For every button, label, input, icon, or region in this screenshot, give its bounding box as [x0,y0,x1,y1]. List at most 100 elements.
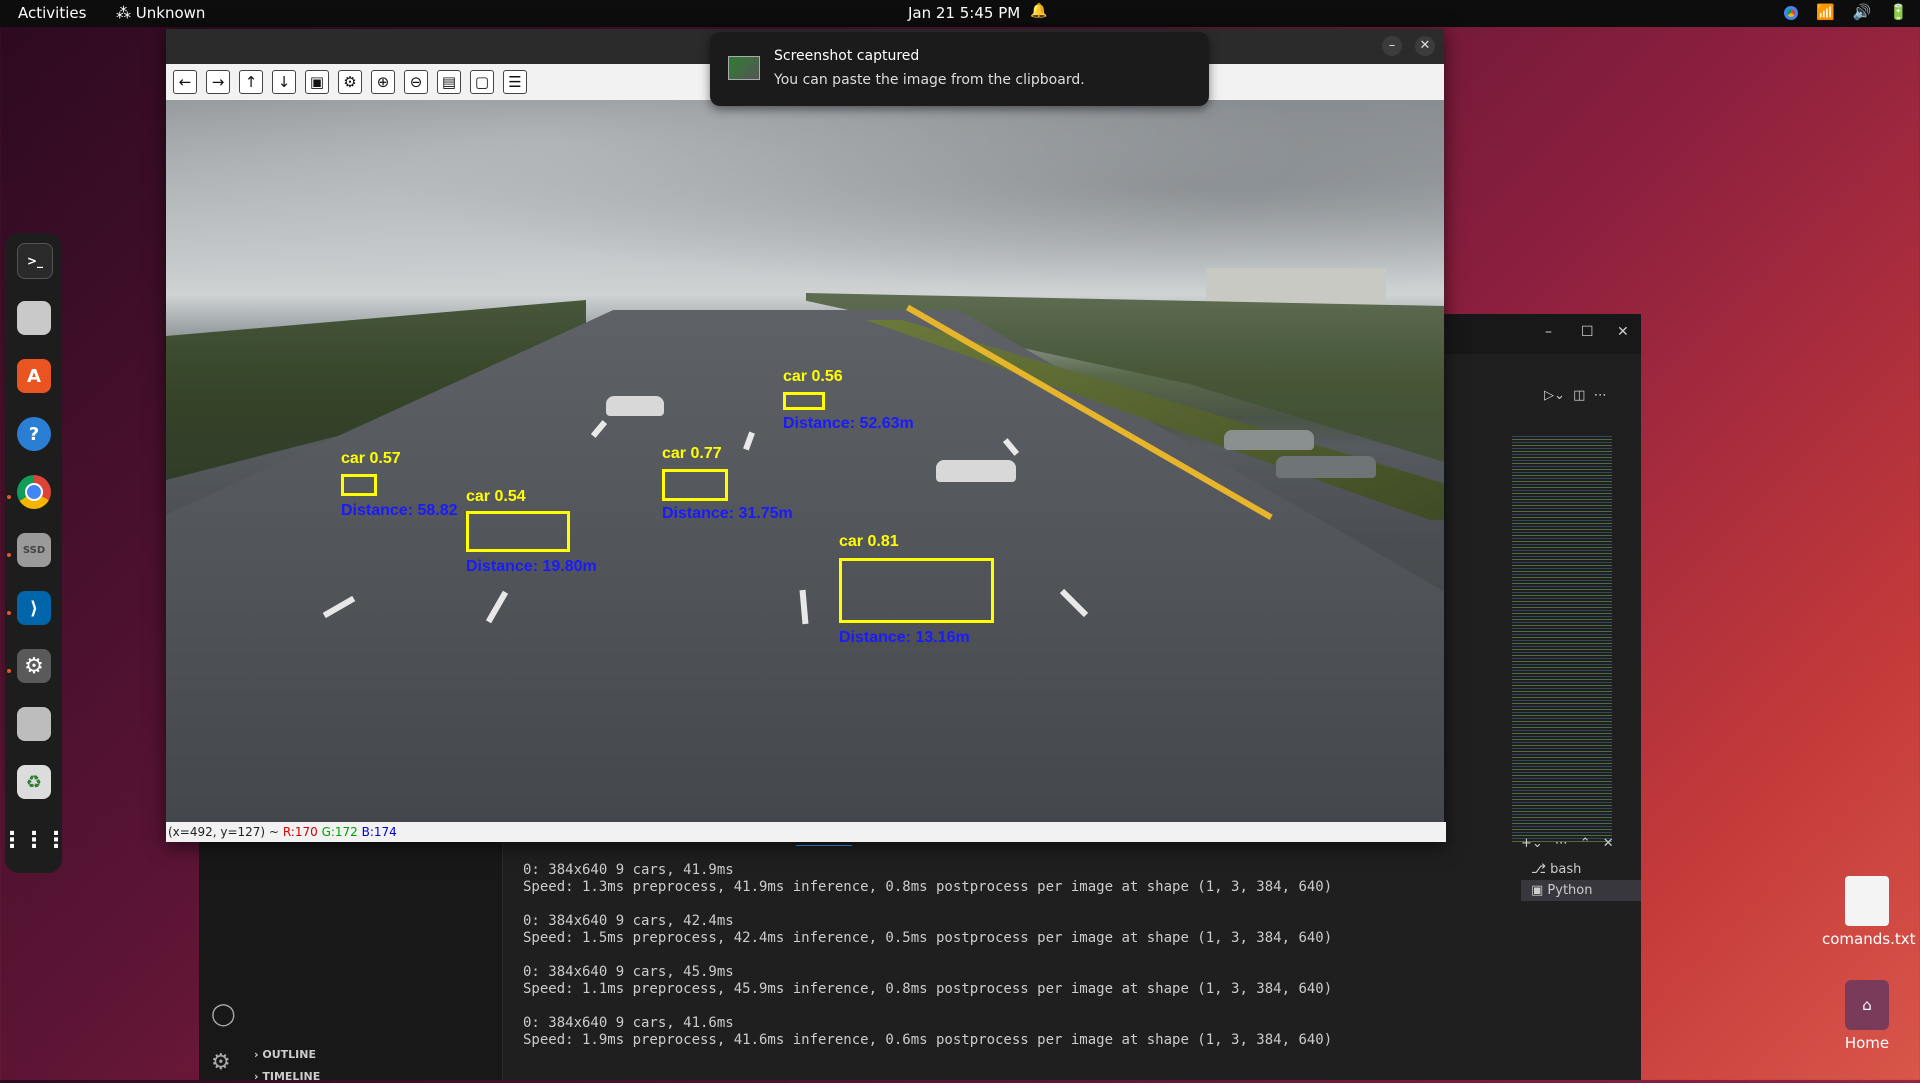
desktop-icon-comands-txt[interactable]: comands.txt [1822,876,1916,948]
help-icon[interactable]: ? [17,417,51,451]
battery-icon: 🔋 [1889,3,1908,21]
image-settings-icon[interactable]: ⚙ [338,70,362,94]
clipboard-icon[interactable]: ▢ [470,70,494,94]
app-name: Unknown [135,4,206,22]
dock: >_ A ? SSD ⟩ ⚙ ♻ ⋮⋮⋮ [1,233,67,873]
trash-icon[interactable]: ♻ [17,765,51,799]
terminal-output[interactable]: 0: 384x640 9 cars, 41.9ms Speed: 1.3ms pr… [523,862,1332,1049]
close-icon[interactable]: ✕ [1617,324,1629,340]
home-folder-icon: ⌂ [1845,980,1889,1030]
outline-section[interactable]: › OUTLINE [254,1048,316,1061]
files-icon[interactable] [17,301,51,335]
car [1276,456,1376,478]
detection-box [466,511,570,552]
detection-label: car 0.54 [466,488,526,505]
terminal-line: 0: 384x640 9 cars, 41.9ms [523,862,734,878]
vscode-icon[interactable]: ⟩ [17,591,51,625]
more-icon[interactable]: ⋯ [1594,388,1607,403]
distance-label: Distance: 13.16m [839,629,970,646]
distance-label: Distance: 52.63m [783,415,914,432]
app-icon: ⁂ [116,4,136,22]
desktop-icon-label: Home [1844,1034,1890,1052]
viewer-status-bar: (x=492, y=127) ~ R:170 G:172 B:174 [166,822,1446,842]
detection-image[interactable]: car 0.57 Distance: 58.82 car 0.54 Distan… [166,100,1444,822]
manage-gear-icon[interactable]: ⚙ [211,1050,231,1075]
terminal-line: Speed: 1.5ms preprocess, 42.4ms inferenc… [523,930,1333,946]
terminal-line: Speed: 1.3ms preprocess, 41.9ms inferenc… [523,879,1333,895]
activities-button[interactable]: Activities [18,4,86,22]
car [1224,430,1314,450]
new-terminal-icon[interactable]: +⌄ [1521,836,1543,851]
image-icon[interactable]: ▣ [305,70,329,94]
app-center-icon[interactable]: A [17,359,51,393]
wifi-icon: 📶 [1815,3,1835,21]
terminal-line: Speed: 1.1ms preprocess, 45.9ms inferenc… [523,981,1333,997]
detection-label: car 0.81 [839,533,899,550]
notification-bell-icon: 🔔 [1030,3,1048,19]
running-indicator [7,495,11,499]
explorer-panel: › OUTLINE › TIMELINE [248,822,503,1083]
close-icon[interactable]: ✕ [1415,36,1435,56]
terminal-item-bash[interactable]: ⎇ bash [1521,859,1641,880]
properties-icon[interactable]: ☰ [503,70,527,94]
settings-icon[interactable]: ⚙ [17,649,51,683]
timeline-section[interactable]: › TIMELINE [254,1070,320,1083]
more-icon[interactable]: ⋯ [1555,836,1568,851]
arrow-right-icon[interactable]: → [206,70,230,94]
close-panel-icon[interactable]: ✕ [1603,836,1614,851]
run-icon[interactable]: ▷⌄ [1544,388,1565,403]
clock[interactable]: Jan 21 5:45 PM [908,4,1020,22]
ssd-icon[interactable]: SSD [17,533,51,567]
terminal-item-python[interactable]: ▣ Python [1521,880,1641,901]
detection-box [839,558,994,623]
volume-icon: 🔊 [1852,3,1872,21]
terminal-line: 0: 384x640 9 cars, 41.6ms [523,1015,734,1031]
activity-bar: ◯ ⚙ [199,822,248,1080]
arrow-up-icon[interactable]: ↑ [239,70,263,94]
system-tray[interactable]: 📶 🔊 🔋 [1783,3,1908,21]
pixel-r: R:170 [282,825,318,839]
terminal-line: 0: 384x640 9 cars, 45.9ms [523,964,734,980]
minimize-icon[interactable]: – [1382,36,1402,56]
chrome-icon[interactable] [17,475,51,509]
detection-box [662,469,728,501]
screenshot-thumbnail-icon [728,56,760,80]
terminal-line: Speed: 1.9ms preprocess, 41.6ms inferenc… [523,1032,1333,1048]
notification-title: Screenshot captured [774,48,920,64]
detection-box [341,474,377,496]
text-editor-icon[interactable] [17,707,51,741]
maximize-panel-icon[interactable]: ⌃ [1580,836,1591,851]
distance-label: Distance: 19.80m [466,558,597,575]
notification-body: You can paste the image from the clipboa… [774,72,1085,88]
minimize-icon[interactable]: – [1545,324,1552,340]
terminal-icon[interactable]: >_ [17,243,53,279]
cursor-coords: (x=492, y=127) ~ [168,825,279,839]
split-editor-icon[interactable]: ◫ [1573,388,1585,403]
desktop-icon-label: comands.txt [1822,930,1916,948]
detection-label: car 0.57 [341,450,401,467]
screenshot-notification[interactable]: Screenshot captured You can paste the im… [710,32,1209,106]
arrow-left-icon[interactable]: ← [173,70,197,94]
editor-actions: ▷⌄ ◫ ⋯ [1544,388,1607,403]
text-file-icon [1845,876,1889,926]
running-indicator [7,553,11,557]
detection-box [783,392,825,410]
maximize-icon[interactable]: ☐ [1581,324,1594,340]
running-indicator [7,669,11,673]
minimap [1512,434,1612,844]
top-bar: Activities ⁂ Unknown Jan 21 5:45 PM 🔔 📶 … [0,0,1920,27]
app-menu[interactable]: ⁂ Unknown [116,4,205,22]
vscode-titlebar: – ☐ ✕ [1445,314,1641,354]
arrow-down-icon[interactable]: ↓ [272,70,296,94]
pixel-g: G:172 [321,825,358,839]
chrome-tray-icon[interactable] [1783,6,1798,20]
desktop-icon-home[interactable]: ⌂ Home [1822,980,1912,1052]
save-icon[interactable]: ▤ [437,70,461,94]
zoom-out-icon[interactable]: ⊖ [404,70,428,94]
show-apps-icon[interactable]: ⋮⋮⋮ [1,823,67,857]
zoom-in-icon[interactable]: ⊕ [371,70,395,94]
account-icon[interactable]: ◯ [211,1002,236,1027]
